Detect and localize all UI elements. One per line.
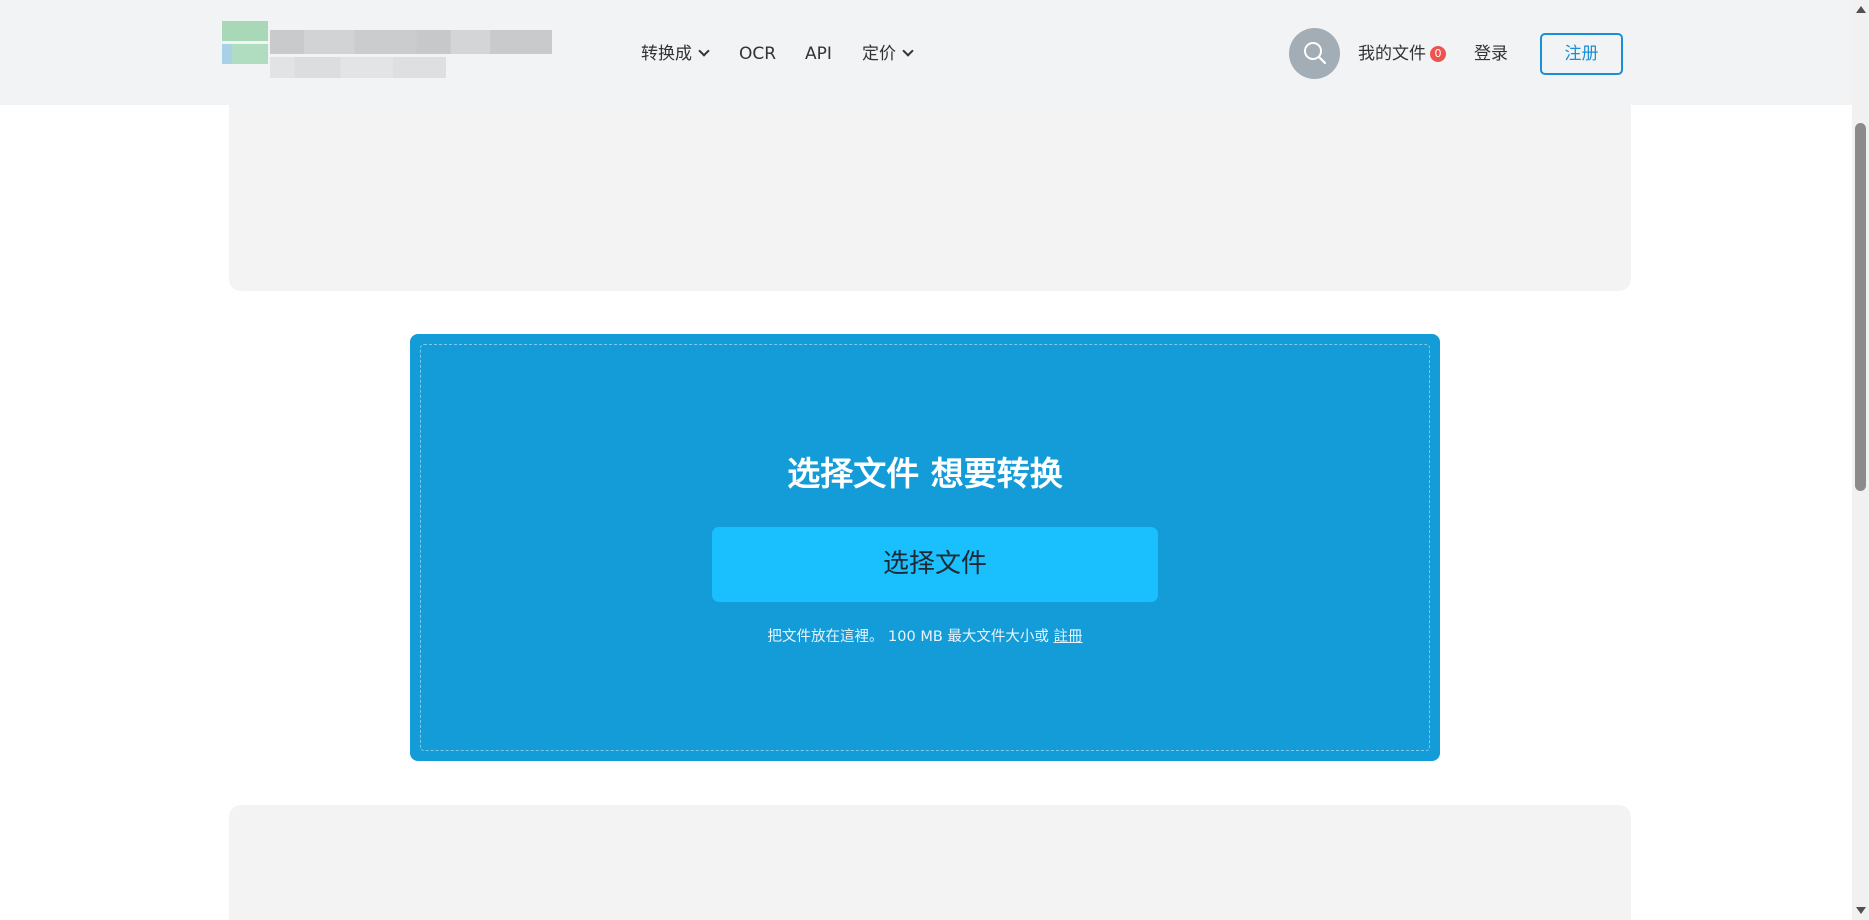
ad-banner-bottom — [229, 805, 1631, 920]
dropzone-dashed-border: 选择文件 想要转换 选择文件 把文件放在這裡。 100 MB 最大文件大小或 註… — [420, 344, 1430, 751]
login-link[interactable]: 登录 — [1474, 42, 1508, 66]
nav-ocr-label: OCR — [739, 44, 777, 64]
choose-file-button[interactable]: 选择文件 — [712, 527, 1158, 602]
search-button[interactable] — [1289, 28, 1340, 79]
top-header: 转换成 OCR API 定价 我的文件 0 登录 注册 — [0, 0, 1852, 105]
signup-link[interactable]: 註冊 — [1054, 629, 1083, 645]
nav-api-label: API — [805, 44, 832, 64]
search-icon — [1304, 42, 1327, 65]
nav-convert-to[interactable]: 转换成 — [641, 42, 710, 66]
upload-hint-text: 把文件放在這裡。 100 MB 最大文件大小或 — [767, 629, 1049, 645]
chevron-down-icon — [902, 45, 914, 57]
nav-ocr[interactable]: OCR — [739, 42, 776, 66]
scroll-up-arrow-icon[interactable] — [1856, 6, 1866, 13]
scroll-down-arrow-icon[interactable] — [1856, 907, 1866, 914]
chevron-down-icon — [698, 45, 710, 57]
nav-api[interactable]: API — [805, 42, 832, 66]
site-tagline-blurred — [270, 57, 446, 78]
my-files-label: 我的文件 — [1358, 44, 1426, 64]
ad-banner-top — [229, 105, 1631, 291]
register-button[interactable]: 注册 — [1540, 33, 1623, 75]
upload-hint: 把文件放在這裡。 100 MB 最大文件大小或 註冊 — [421, 627, 1429, 647]
upload-title: 选择文件 想要转换 — [787, 454, 1063, 493]
nav-pricing[interactable]: 定价 — [862, 42, 914, 66]
my-files-link[interactable]: 我的文件 0 — [1358, 42, 1446, 66]
upload-dropzone[interactable]: 选择文件 想要转换 选择文件 把文件放在這裡。 100 MB 最大文件大小或 註… — [410, 334, 1440, 761]
file-count-badge: 0 — [1430, 46, 1446, 62]
page-scrollbar[interactable] — [1852, 0, 1869, 920]
site-name-blurred[interactable] — [270, 30, 552, 54]
site-logo[interactable] — [222, 21, 268, 64]
scrollbar-thumb[interactable] — [1855, 123, 1866, 491]
nav-convert-to-label: 转换成 — [641, 44, 692, 64]
nav-pricing-label: 定价 — [862, 44, 896, 64]
